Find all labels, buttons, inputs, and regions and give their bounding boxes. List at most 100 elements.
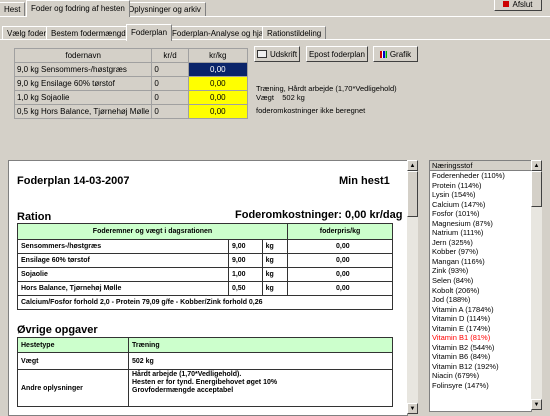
tab-vaelg-foder[interactable]: Vælg foder bbox=[2, 26, 52, 40]
list-item[interactable]: Zink (93%) bbox=[430, 266, 531, 276]
other-value: Hårdt arbejde (1,70*Vedligehold). Hesten… bbox=[128, 369, 393, 407]
col-fodernavn: fodernavn bbox=[13, 48, 153, 63]
feed-krd-cell[interactable]: 0 bbox=[151, 62, 189, 77]
tab-foderplan-analyse[interactable]: Foderplan-Analyse og hjælp bbox=[167, 26, 278, 40]
tab-oplysninger-og-arkiv[interactable]: Oplysninger og arkiv bbox=[123, 2, 206, 16]
feed-krd-cell[interactable]: 0 bbox=[151, 76, 189, 91]
training-info: Træning, Hårdt arbejde (1,70*Vedligehold… bbox=[256, 84, 397, 93]
list-item[interactable]: Vitamin B12 (192%) bbox=[430, 362, 531, 372]
ration-col-feed: Foderemner og vægt i dagsrationen bbox=[16, 223, 289, 240]
nutrient-scroll-thumb[interactable] bbox=[531, 171, 542, 207]
list-item[interactable]: Vitamin D (114%) bbox=[430, 314, 531, 324]
feed-name-cell[interactable]: 9,0 kg Sensommers-/høstgræs bbox=[13, 62, 153, 77]
table-row[interactable]: 9,0 kg Ensilage 60% tørstof 0 0,00 bbox=[13, 76, 249, 91]
nutrient-rows: Foderenheder (110%) Protein (114%) Lysin (… bbox=[430, 171, 531, 391]
list-item[interactable]: Kobolt (206%) bbox=[430, 286, 531, 296]
tab-hest[interactable]: Hest bbox=[0, 2, 26, 16]
document-scrollbar[interactable]: ▲ ▼ bbox=[407, 160, 418, 414]
list-item[interactable]: Niacin (679%) bbox=[430, 371, 531, 381]
nutrient-scroll-down[interactable]: ▼ bbox=[531, 399, 542, 410]
feed-krkg-cell[interactable]: 0,00 bbox=[187, 62, 249, 77]
list-item[interactable]: Vitamin B2 (544%) bbox=[430, 343, 531, 353]
list-item[interactable]: Lysin (154%) bbox=[430, 190, 531, 200]
ration-feed-name: Hors Balance, Tjørnehøj Mølle bbox=[17, 281, 229, 296]
table-row: Vægt 502 kg bbox=[17, 352, 393, 370]
ration-table: Foderemner og vægt i dagsrationen foderp… bbox=[16, 223, 393, 310]
feed-krkg-cell[interactable]: 0,00 bbox=[187, 90, 249, 105]
printer-icon bbox=[256, 50, 267, 58]
list-item[interactable]: Mangan (116%) bbox=[430, 257, 531, 267]
list-item[interactable]: Protein (114%) bbox=[430, 181, 531, 191]
ration-price: 0,00 bbox=[287, 267, 393, 282]
feed-krd-cell[interactable]: 0 bbox=[151, 90, 189, 105]
feed-name-cell[interactable]: 9,0 kg Ensilage 60% tørstof bbox=[13, 76, 153, 91]
table-row[interactable]: 9,0 kg Sensommers-/høstgræs 0 0,00 bbox=[13, 62, 249, 77]
export-button[interactable]: Epost foderplan bbox=[306, 46, 368, 62]
print-label: Udskrift bbox=[269, 49, 298, 59]
ration-feed-name: Ensilage 60% tørstof bbox=[17, 253, 229, 268]
exit-icon bbox=[503, 1, 510, 7]
feed-krd-cell[interactable]: 0 bbox=[151, 104, 189, 119]
tab-foderplan[interactable]: Foderplan bbox=[126, 24, 173, 41]
feed-table-header: fodernavn kr/d kr/kg bbox=[13, 48, 249, 63]
ration-unit: kg bbox=[261, 281, 289, 296]
list-item[interactable]: Selen (84%) bbox=[430, 276, 531, 286]
cost-info: foderomkostninger ikke beregnet bbox=[256, 106, 366, 115]
nutrient-scrollbar[interactable]: ▲ ▼ bbox=[531, 160, 542, 410]
list-item[interactable]: Vitamin B1 (81%) bbox=[430, 333, 531, 343]
ration-amount: 0,50 bbox=[227, 281, 263, 296]
print-button[interactable]: Udskrift bbox=[254, 46, 300, 62]
scroll-down-button[interactable]: ▼ bbox=[407, 403, 418, 414]
table-row: Sensommers-/høstgræs 9,00 kg 0,00 bbox=[17, 239, 393, 254]
feed-krkg-cell[interactable]: 0,00 bbox=[187, 104, 249, 119]
table-row[interactable]: 1,0 kg Sojaolie 0 0,00 bbox=[13, 90, 249, 105]
list-item[interactable]: Vitamin A (1784%) bbox=[430, 305, 531, 315]
tab-rationstildeling[interactable]: Rationstildeling bbox=[262, 26, 327, 40]
table-row[interactable]: 0,5 kg Hors Balance, Tjørnehøj Mølle 0 0… bbox=[13, 104, 249, 119]
ration-col-price: foderpris/kg bbox=[287, 223, 393, 240]
tab-foder-og-fodring[interactable]: Foder og fodring af hesten bbox=[26, 0, 130, 17]
scroll-thumb[interactable] bbox=[407, 171, 418, 217]
ration-unit: kg bbox=[261, 253, 289, 268]
list-item[interactable]: Kobber (97%) bbox=[430, 247, 531, 257]
exit-label: Afslut bbox=[512, 0, 533, 9]
col-krkg: kr/kg bbox=[187, 48, 249, 63]
list-item[interactable]: Magnesium (87%) bbox=[430, 219, 531, 229]
nutrient-scroll-up[interactable]: ▲ bbox=[531, 160, 542, 171]
weight-info: Vægt 502 kg bbox=[256, 93, 305, 102]
subtab-strip-line bbox=[0, 39, 550, 40]
tab-bestem-fodermaengder[interactable]: Bestem fodermængder bbox=[46, 26, 138, 40]
col-krd: kr/d bbox=[151, 48, 189, 63]
list-item[interactable]: Natrium (111%) bbox=[430, 228, 531, 238]
other-value: Træning bbox=[128, 337, 393, 353]
list-item[interactable]: Folinsyre (147%) bbox=[430, 381, 531, 391]
table-row: Andre oplysninger Hårdt arbejde (1,70*Ve… bbox=[17, 369, 393, 407]
ratio-line: Calcium/Fosfor forhold 2,0 - Protein 79,… bbox=[17, 295, 393, 310]
scroll-up-button[interactable]: ▲ bbox=[407, 160, 418, 171]
table-row: Ensilage 60% tørstof 9,00 kg 0,00 bbox=[17, 253, 393, 268]
list-item[interactable]: Foderenheder (110%) bbox=[430, 171, 531, 181]
graph-label: Grafik bbox=[389, 49, 412, 59]
table-row: Sojaolie 1,00 kg 0,00 bbox=[17, 267, 393, 282]
cost-heading: Foderomkostninger: 0,00 kr/dag bbox=[235, 209, 403, 221]
exit-button[interactable]: Afslut bbox=[494, 0, 542, 11]
nutrient-list[interactable]: Næringsstof Foderenheder (110%) Protein (… bbox=[429, 160, 532, 412]
feed-krkg-cell[interactable]: 0,00 bbox=[187, 76, 249, 91]
graph-button[interactable]: Grafik bbox=[373, 46, 418, 62]
list-item[interactable]: Vitamin E (174%) bbox=[430, 324, 531, 334]
other-label: Hestetype bbox=[17, 337, 129, 353]
list-item[interactable]: Jern (325%) bbox=[430, 238, 531, 248]
ration-price: 0,00 bbox=[287, 281, 393, 296]
ration-price: 0,00 bbox=[287, 253, 393, 268]
other-table: Hestetype Træning Vægt 502 kg Andre oply… bbox=[17, 337, 393, 407]
ration-amount: 9,00 bbox=[227, 253, 263, 268]
table-row: Hestetype Træning bbox=[17, 337, 393, 353]
chart-icon bbox=[379, 50, 387, 58]
list-item[interactable]: Calcium (147%) bbox=[430, 200, 531, 210]
list-item[interactable]: Fosfor (101%) bbox=[430, 209, 531, 219]
feed-name-cell[interactable]: 0,5 kg Hors Balance, Tjørnehøj Mølle bbox=[13, 104, 153, 119]
other-label: Andre oplysninger bbox=[17, 369, 129, 407]
feed-name-cell[interactable]: 1,0 kg Sojaolie bbox=[13, 90, 153, 105]
list-item[interactable]: Vitamin B6 (84%) bbox=[430, 352, 531, 362]
list-item[interactable]: Jod (188%) bbox=[430, 295, 531, 305]
